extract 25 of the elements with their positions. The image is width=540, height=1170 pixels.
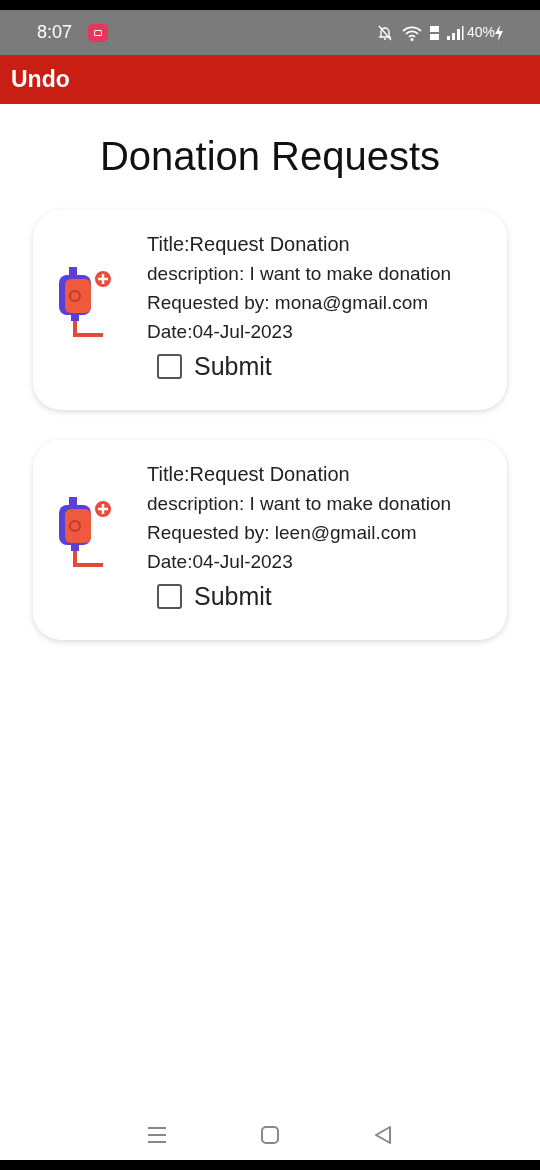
- recording-icon: [88, 23, 109, 42]
- request-title: Title:Request Donation: [147, 462, 351, 487]
- battery-percent: 40%: [466, 23, 495, 42]
- signal-icon: [446, 25, 465, 40]
- request-title: Title:Request Donation: [147, 232, 351, 257]
- request-date: Date:04-Jul-2023: [147, 320, 294, 344]
- volte-icon: [429, 24, 439, 41]
- home-icon[interactable]: [260, 1125, 280, 1145]
- requested-by: Requested by: mona@gmail.com: [147, 291, 430, 315]
- submit-label: Submit: [194, 582, 272, 611]
- recent-apps-icon[interactable]: [146, 1125, 167, 1145]
- request-description: description: I want to make donation: [147, 262, 452, 286]
- undo-button[interactable]: Undo: [11, 62, 70, 97]
- submit-checkbox[interactable]: [157, 584, 182, 609]
- request-date: Date:04-Jul-2023: [147, 550, 294, 574]
- page-heading: Donation Requests: [98, 133, 442, 180]
- status-time: 8:07: [37, 21, 73, 44]
- submit-checkbox[interactable]: [157, 354, 182, 379]
- bell-off-icon: [377, 24, 392, 41]
- submit-label: Submit: [194, 352, 272, 381]
- wifi-icon: [401, 24, 422, 41]
- request-description: description: I want to make donation: [147, 492, 452, 516]
- requested-by: Requested by: leen@gmail.com: [147, 521, 418, 545]
- back-icon[interactable]: [373, 1125, 394, 1145]
- charging-icon: [495, 24, 503, 41]
